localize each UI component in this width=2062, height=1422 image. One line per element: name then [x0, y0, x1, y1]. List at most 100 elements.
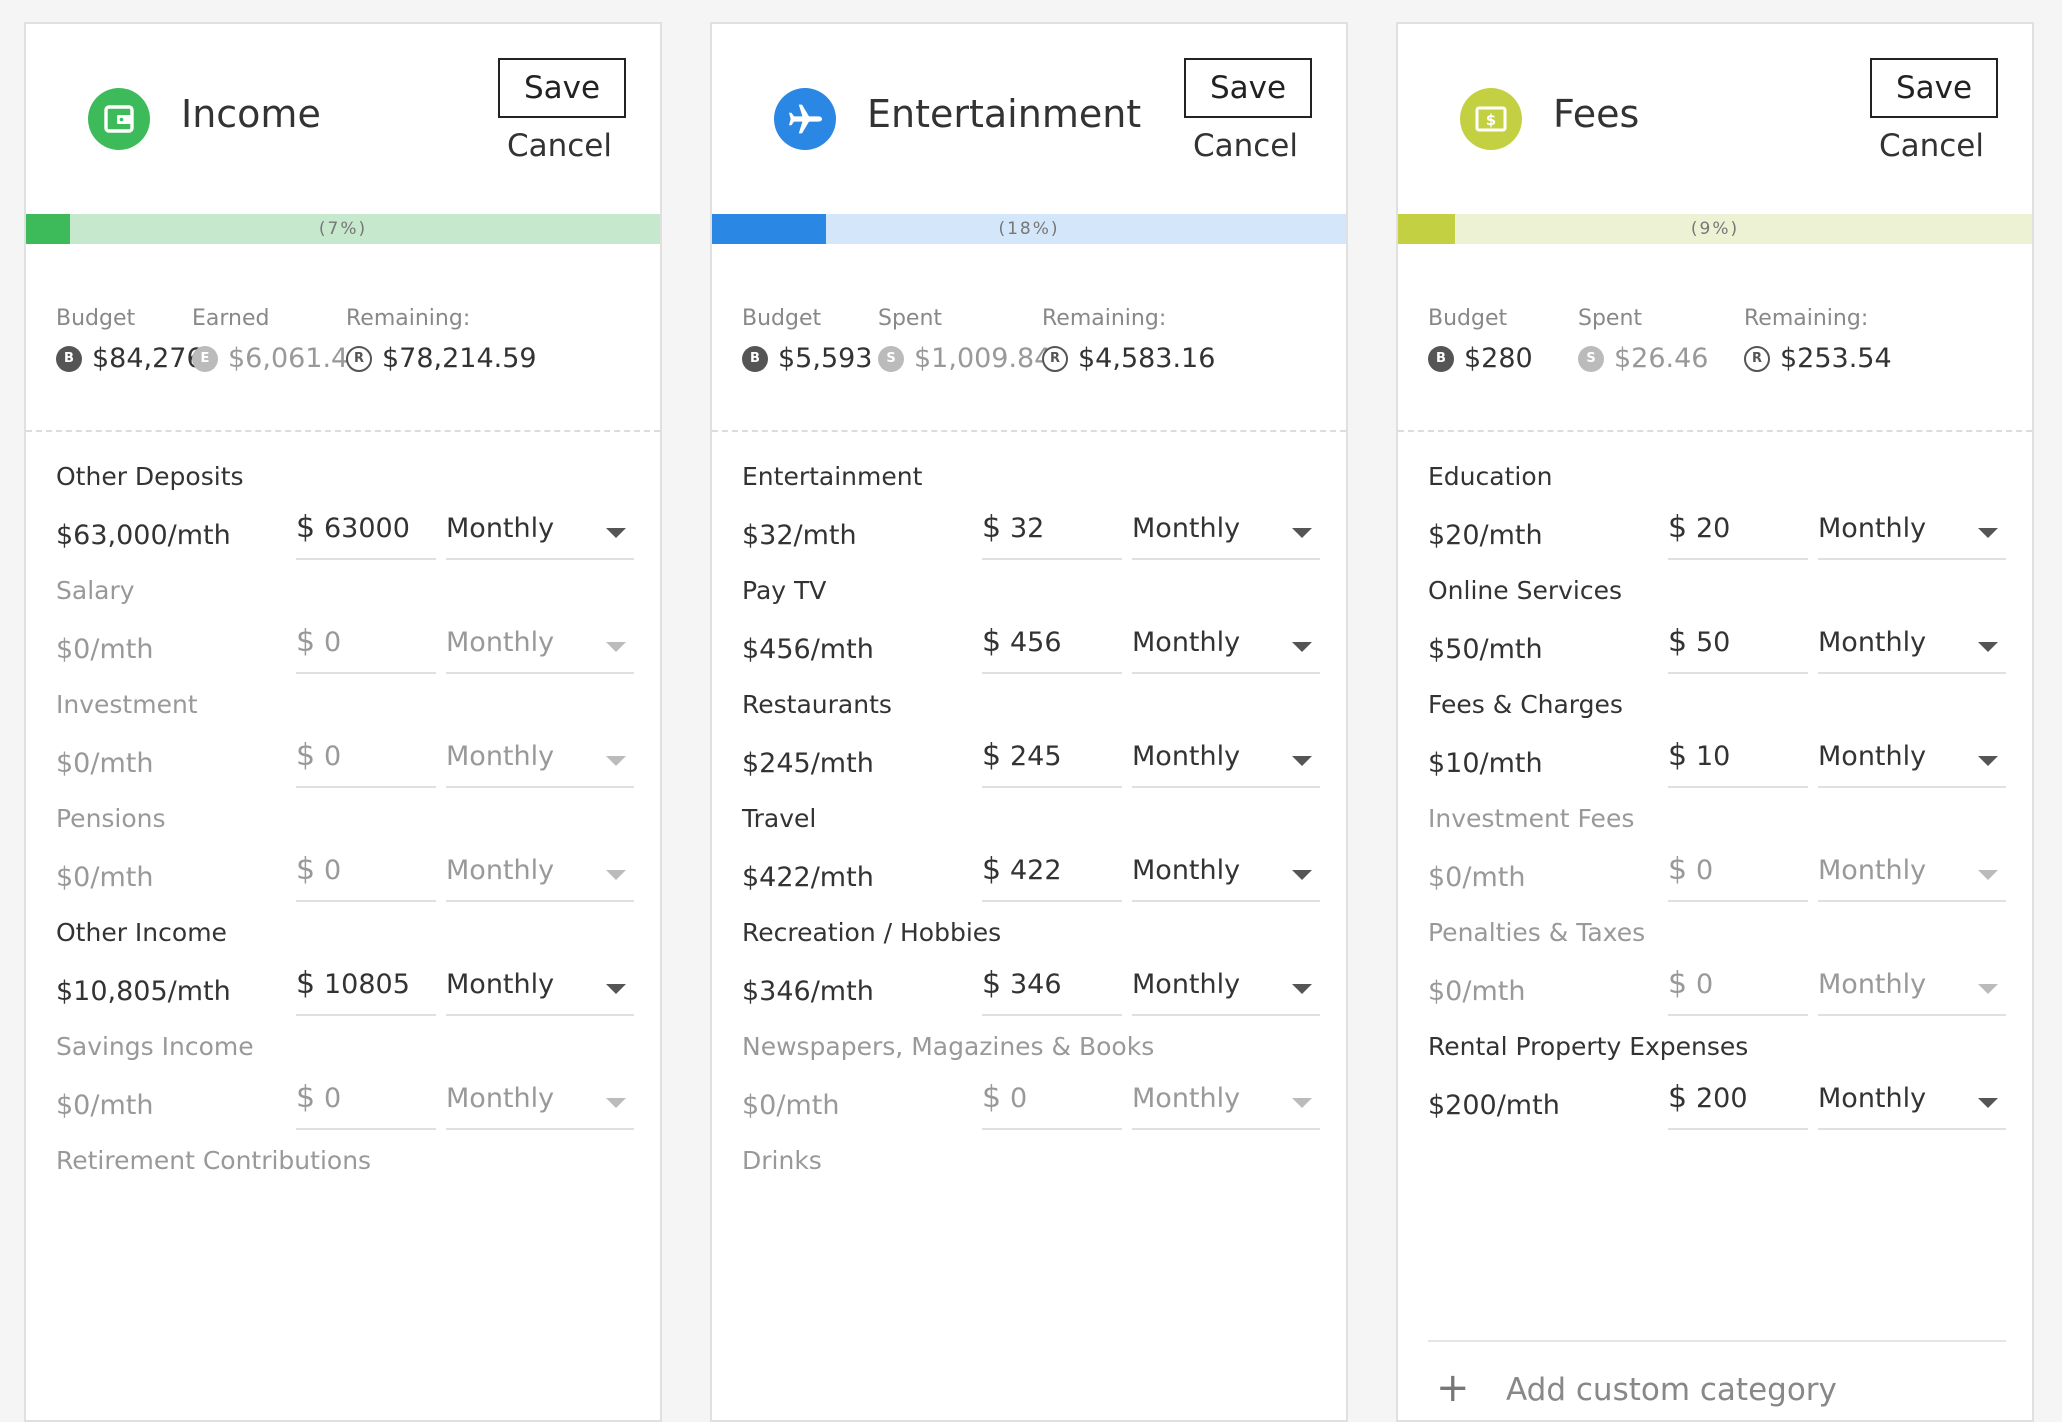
chevron-down-icon — [1978, 984, 1998, 994]
currency-symbol: $ — [296, 1080, 316, 1115]
amount-input[interactable] — [1006, 855, 1122, 886]
stat-label: Spent — [1578, 306, 1643, 331]
amount-field[interactable]: $ — [1668, 1080, 1808, 1130]
stat-value: $6,061.41 — [228, 343, 366, 374]
amount-input[interactable] — [320, 513, 436, 544]
amount-input[interactable] — [320, 627, 436, 658]
category-name: Education — [1428, 462, 1553, 491]
frequency-value: Monthly — [446, 627, 555, 658]
chevron-down-icon — [1292, 984, 1312, 994]
save-button[interactable]: Save — [1870, 58, 1998, 118]
chevron-down-icon — [1292, 756, 1312, 766]
amount-input[interactable] — [1692, 855, 1808, 886]
stat-badge-icon: B — [56, 345, 82, 372]
currency-symbol: $ — [296, 852, 316, 887]
category-name: Other Deposits — [56, 462, 244, 491]
chevron-down-icon — [1292, 1098, 1312, 1108]
category-name: Newspapers, Magazines & Books — [742, 1032, 1155, 1061]
frequency-value: Monthly — [1132, 855, 1241, 886]
category-name: Retirement Contributions — [56, 1146, 372, 1175]
chevron-down-icon — [1292, 870, 1312, 880]
panel-header: Entertainment Save Cancel — [712, 24, 1346, 214]
amount-input[interactable] — [320, 855, 436, 886]
chevron-down-icon — [606, 1098, 626, 1108]
category-name: Pensions — [56, 804, 166, 833]
amount-input[interactable] — [1006, 969, 1122, 1000]
amount-input[interactable] — [320, 741, 436, 772]
stat-label: Budget — [742, 306, 822, 331]
frequency-value: Monthly — [1818, 741, 1927, 772]
frequency-value: Monthly — [1132, 969, 1241, 1000]
amount-input[interactable] — [1692, 1083, 1808, 1114]
add-custom-category-button[interactable]: + Add custom category — [1428, 1340, 2006, 1412]
amount-input[interactable] — [320, 1083, 436, 1114]
category-panel-1: Entertainment Save Cancel (18%) Budget B $5,59… — [710, 22, 1348, 1422]
save-button[interactable]: Save — [1184, 58, 1312, 118]
panel-header: Income Save Cancel — [26, 24, 660, 214]
amount-input[interactable] — [1006, 1083, 1122, 1114]
stat-value: $4,583.16 — [1078, 343, 1216, 374]
chevron-down-icon — [1978, 756, 1998, 766]
currency-symbol: $ — [982, 624, 1002, 659]
currency-symbol: $ — [1668, 510, 1688, 545]
stat-remaining: Remaining: R $253.54 — [1744, 306, 1892, 374]
currency-symbol: $ — [1668, 1080, 1688, 1115]
category-panel-2: $ Fees Save Cancel (9%) Budget B $280 Spent S $26.… — [1396, 22, 2034, 1422]
frequency-value: Monthly — [1132, 741, 1241, 772]
stat-value: $84,276 — [92, 343, 204, 374]
frequency-value: Monthly — [1818, 855, 1927, 886]
amount-input[interactable] — [1006, 741, 1122, 772]
frequency-value: Monthly — [446, 969, 555, 1000]
stat-label: Remaining: — [346, 306, 471, 331]
category-name: Rental Property Expenses — [1428, 1032, 1749, 1061]
amount-input[interactable] — [1006, 513, 1122, 544]
amount-input[interactable] — [1006, 627, 1122, 658]
amount-input[interactable] — [320, 969, 436, 1000]
currency-symbol: $ — [296, 624, 316, 659]
chevron-down-icon — [1292, 528, 1312, 538]
stat-remaining: Remaining: R $78,214.59 — [346, 306, 537, 374]
amount-input[interactable] — [1692, 513, 1808, 544]
amount-input[interactable] — [1692, 741, 1808, 772]
category-title: Income — [181, 92, 321, 136]
amount-input[interactable] — [1692, 627, 1808, 658]
frequency-value: Monthly — [1818, 513, 1927, 544]
category-panel-0: Income Save Cancel (7%) Budget B $84,276 Earned… — [24, 22, 662, 1422]
stat-spent: Spent S $1,009.84 — [878, 306, 1051, 374]
cancel-button[interactable]: Cancel — [1879, 128, 1984, 164]
stat-value: $5,593 — [778, 343, 873, 374]
category-name: Recreation / Hobbies — [742, 918, 1002, 947]
banknote-icon: $ — [1460, 88, 1522, 150]
frequency-select[interactable]: Monthly — [1818, 1080, 2006, 1130]
cancel-button[interactable]: Cancel — [1193, 128, 1298, 164]
category-name: Penalties & Taxes — [1428, 918, 1646, 947]
progress-percent: (7%) — [318, 219, 368, 239]
category-name: Investment — [56, 690, 198, 719]
stat-label: Budget — [56, 306, 136, 331]
category-name: Savings Income — [56, 1032, 254, 1061]
category-row: Retirement Contributions — [26, 1116, 660, 1266]
budget-progress-bar: (9%) — [1398, 214, 2032, 244]
stat-badge-icon: B — [742, 345, 768, 372]
add-custom-category-label: Add custom category — [1506, 1372, 1837, 1408]
chevron-down-icon — [1978, 642, 1998, 652]
budget-summary: Budget B $5,593 Spent S $1,009.84 Remaining: R $… — [712, 244, 1346, 432]
category-name: Fees & Charges — [1428, 690, 1623, 719]
cancel-button[interactable]: Cancel — [507, 128, 612, 164]
frequency-value: Monthly — [446, 513, 555, 544]
stat-budget: Budget B $280 — [1428, 306, 1533, 374]
save-button[interactable]: Save — [498, 58, 626, 118]
frequency-value: Monthly — [1132, 513, 1241, 544]
category-row: Drinks — [712, 1116, 1346, 1266]
budget-progress-bar: (18%) — [712, 214, 1346, 244]
stat-value: $253.54 — [1780, 343, 1892, 374]
stat-spent: Spent S $26.46 — [1578, 306, 1708, 374]
stat-label: Spent — [878, 306, 943, 331]
plus-icon: + — [1436, 1365, 1470, 1411]
category-name: Pay TV — [742, 576, 827, 605]
category-title: Entertainment — [867, 92, 1142, 136]
chevron-down-icon — [606, 984, 626, 994]
stat-value: $280 — [1464, 343, 1533, 374]
amount-input[interactable] — [1692, 969, 1808, 1000]
chevron-down-icon — [606, 642, 626, 652]
